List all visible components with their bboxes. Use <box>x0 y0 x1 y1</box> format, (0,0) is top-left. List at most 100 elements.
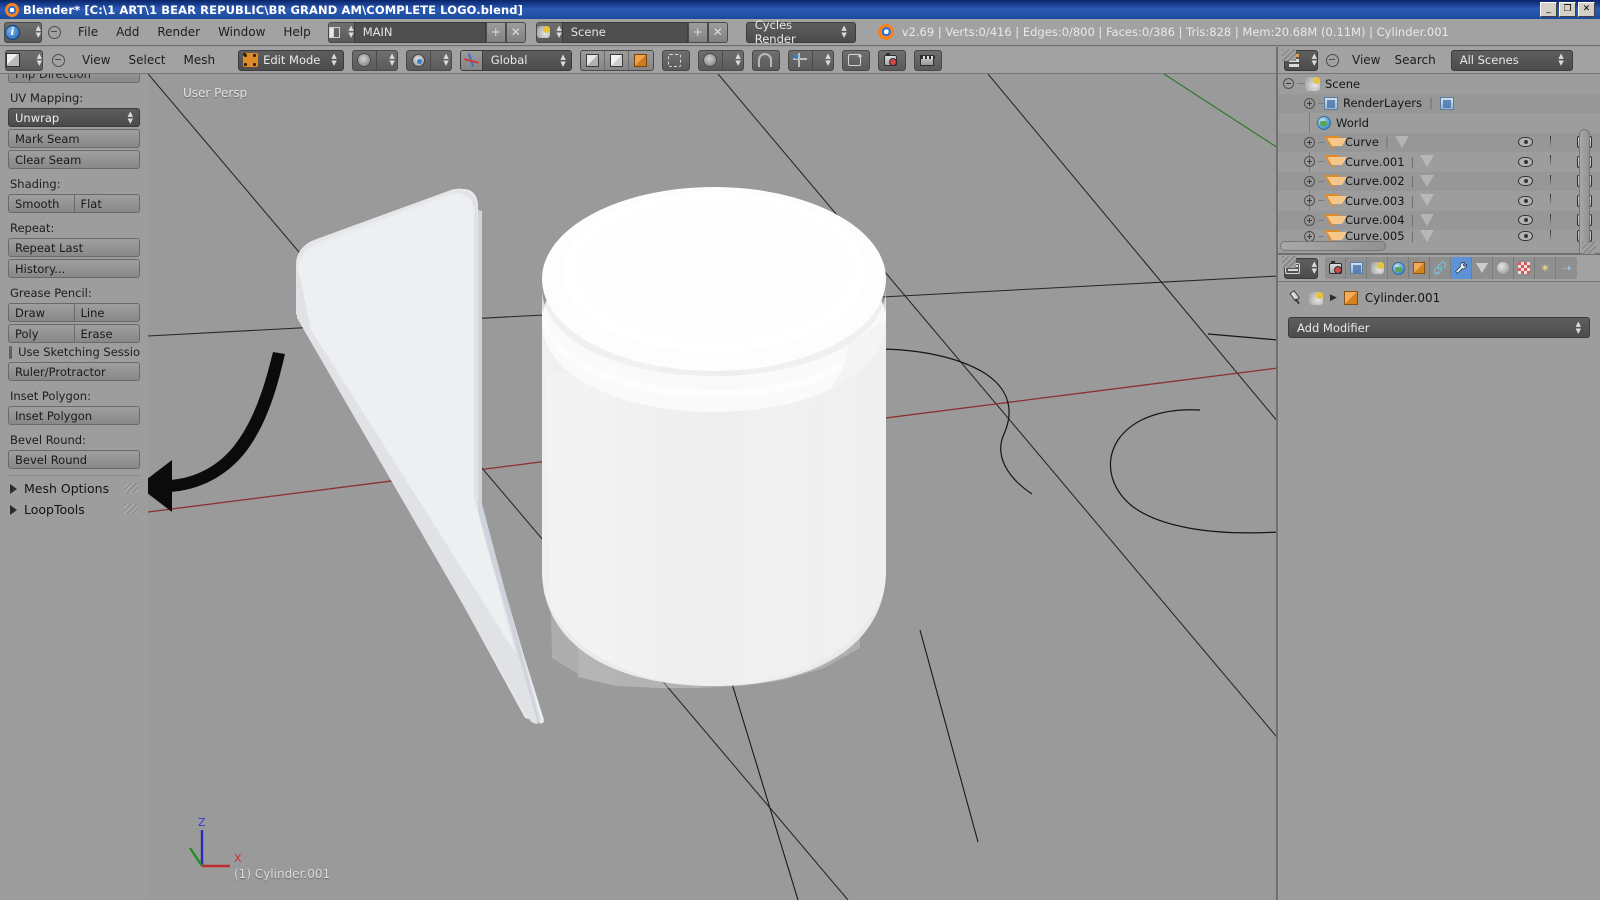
tab-texture[interactable] <box>1514 257 1535 279</box>
gp-poly-button[interactable]: Poly <box>8 324 74 343</box>
tab-scene[interactable] <box>1367 257 1388 279</box>
expander-plus-icon[interactable] <box>1304 97 1315 109</box>
editor-type-selector-viewport[interactable]: ▲ ▼ <box>5 49 43 71</box>
screen-layout-name[interactable]: MAIN <box>353 21 486 43</box>
scene-selector[interactable]: ▲ ▼ Scene + ✕ <box>535 21 728 43</box>
history-button[interactable]: History... <box>8 259 140 278</box>
area-divider-horizontal[interactable] <box>1278 253 1600 255</box>
expander-plus-icon[interactable] <box>1304 156 1315 168</box>
inset-polygon-button[interactable]: Inset Polygon <box>8 406 140 425</box>
menu-help[interactable]: Help <box>274 25 319 39</box>
flip-direction-button[interactable]: Flip Direction <box>8 74 140 83</box>
viewport-menu-select[interactable]: Select <box>119 53 174 67</box>
tab-constraints[interactable]: 🔗 <box>1430 257 1451 279</box>
screen-add-button[interactable]: + <box>485 21 506 43</box>
mesh-select-mode-group[interactable] <box>579 49 654 71</box>
eye-icon[interactable] <box>1518 215 1533 226</box>
outliner-menu-search[interactable]: Search <box>1387 53 1442 67</box>
eye-icon[interactable] <box>1518 231 1533 241</box>
expander-plus-icon[interactable] <box>1304 230 1315 242</box>
mark-seam-button[interactable]: Mark Seam <box>8 129 140 148</box>
collapse-outliner-menus-icon[interactable] <box>1326 53 1339 67</box>
expander-plus-icon[interactable] <box>1304 195 1315 207</box>
tab-object-data[interactable] <box>1472 257 1493 279</box>
viewport-menu-mesh[interactable]: Mesh <box>175 53 225 67</box>
expander-plus-icon[interactable] <box>1304 136 1315 148</box>
close-button[interactable]: ✕ <box>1578 2 1595 17</box>
viewport-menu-view[interactable]: View <box>73 53 119 67</box>
eye-icon[interactable] <box>1518 156 1533 167</box>
pivot-point-selector[interactable]: ▲ ▼ <box>405 49 452 71</box>
outliner-row-curve[interactable]: Curve | <box>1278 132 1600 152</box>
pin-icon[interactable] <box>1285 288 1304 307</box>
outliner-row-curve-001[interactable]: Curve.001 | <box>1278 152 1600 172</box>
outliner-vertical-scrollbar[interactable] <box>1579 129 1590 255</box>
face-select-mode-button[interactable] <box>629 51 653 70</box>
expander-plus-icon[interactable] <box>1304 175 1315 187</box>
outliner-horizontal-scrollbar[interactable] <box>1280 241 1386 251</box>
tab-material[interactable] <box>1493 257 1514 279</box>
unwrap-button[interactable]: Unwrap ▲ ▼ <box>8 108 140 127</box>
outliner-row-world[interactable]: World <box>1278 113 1600 133</box>
snap-toggle-button[interactable] <box>751 49 780 71</box>
menu-add[interactable]: Add <box>107 25 148 39</box>
area-divider-vertical[interactable] <box>1276 47 1278 900</box>
menu-window[interactable]: Window <box>209 25 274 39</box>
cursor-arrow-icon[interactable] <box>1550 174 1560 188</box>
shade-flat-button[interactable]: Flat <box>73 194 140 213</box>
limit-selection-visible-button[interactable] <box>661 49 690 71</box>
shade-smooth-button[interactable]: Smooth <box>8 194 74 213</box>
render-animation-button[interactable] <box>913 49 942 71</box>
tab-particles[interactable]: ✶ <box>1535 257 1556 279</box>
viewport-shading-selector[interactable]: ▲ ▼ <box>351 49 398 71</box>
collapse-menus-icon[interactable] <box>48 25 61 39</box>
outliner-row-renderlayers[interactable]: RenderLayers | <box>1278 93 1600 113</box>
menu-render[interactable]: Render <box>148 25 209 39</box>
repeat-last-button[interactable]: Repeat Last <box>8 238 140 257</box>
tab-world[interactable] <box>1388 257 1409 279</box>
tab-render[interactable] <box>1325 257 1346 279</box>
area-corner-grip-outliner[interactable] <box>1282 49 1296 61</box>
panel-mesh-options[interactable]: Mesh Options <box>8 478 140 499</box>
screen-delete-button[interactable]: ✕ <box>505 21 526 43</box>
expander-plus-icon[interactable] <box>1304 214 1315 226</box>
outliner-row-curve-003[interactable]: Curve.003 | <box>1278 191 1600 211</box>
cursor-arrow-icon[interactable] <box>1550 213 1560 227</box>
editor-type-selector[interactable]: i ▲ ▼ <box>4 21 42 43</box>
outliner-menu-view[interactable]: View <box>1345 53 1387 67</box>
vertex-select-mode-button[interactable] <box>581 50 605 70</box>
outliner-row-scene[interactable]: Scene <box>1278 74 1600 94</box>
clear-seam-button[interactable]: Clear Seam <box>8 150 140 169</box>
add-modifier-button[interactable]: Add Modifier ▲ ▼ <box>1288 317 1590 338</box>
area-corner-grip-properties[interactable] <box>1582 242 1596 254</box>
gp-draw-button[interactable]: Draw <box>8 303 74 322</box>
edge-select-mode-button[interactable] <box>605 50 629 70</box>
menu-file[interactable]: File <box>69 25 107 39</box>
3d-viewport[interactable]: User Persp Z X (1) Cylinder.001 <box>148 74 1278 900</box>
tab-modifiers[interactable] <box>1451 257 1472 279</box>
tab-physics[interactable]: ➝ <box>1556 257 1577 279</box>
tab-render-layers[interactable] <box>1346 257 1367 279</box>
scene-add-button[interactable]: + <box>687 21 708 43</box>
panel-looptools[interactable]: LoopTools <box>8 499 140 520</box>
interaction-mode-selector[interactable]: Edit Mode ▲ ▼ <box>238 49 344 71</box>
ruler-protractor-button[interactable]: Ruler/Protractor <box>8 362 140 381</box>
gp-line-button[interactable]: Line <box>73 303 140 322</box>
gp-erase-button[interactable]: Erase <box>73 324 140 343</box>
opengl-render-button[interactable]: ✦ <box>841 49 870 71</box>
outliner-display-mode-selector[interactable]: All Scenes ▲ ▼ <box>1450 49 1573 71</box>
maximize-button[interactable]: ❐ <box>1559 2 1576 17</box>
expander-minus-icon[interactable] <box>1283 78 1294 90</box>
proportional-editing-selector[interactable]: ▲ ▼ <box>697 49 744 71</box>
cursor-arrow-icon[interactable] <box>1550 194 1560 207</box>
scene-delete-button[interactable]: ✕ <box>707 21 728 43</box>
collapse-viewport-menus-icon[interactable] <box>52 53 65 67</box>
eye-icon[interactable] <box>1518 195 1533 206</box>
scene-name[interactable]: Scene <box>561 21 688 43</box>
outliner-row-curve-002[interactable]: Curve.002 | <box>1278 171 1600 191</box>
snap-element-selector[interactable]: ▲ ▼ <box>787 49 834 71</box>
cursor-arrow-icon[interactable] <box>1550 155 1560 168</box>
use-sketching-sessions-checkbox[interactable]: Use Sketching Sessio <box>9 345 140 359</box>
tab-object[interactable] <box>1409 257 1430 279</box>
render-image-button[interactable] <box>877 49 906 71</box>
